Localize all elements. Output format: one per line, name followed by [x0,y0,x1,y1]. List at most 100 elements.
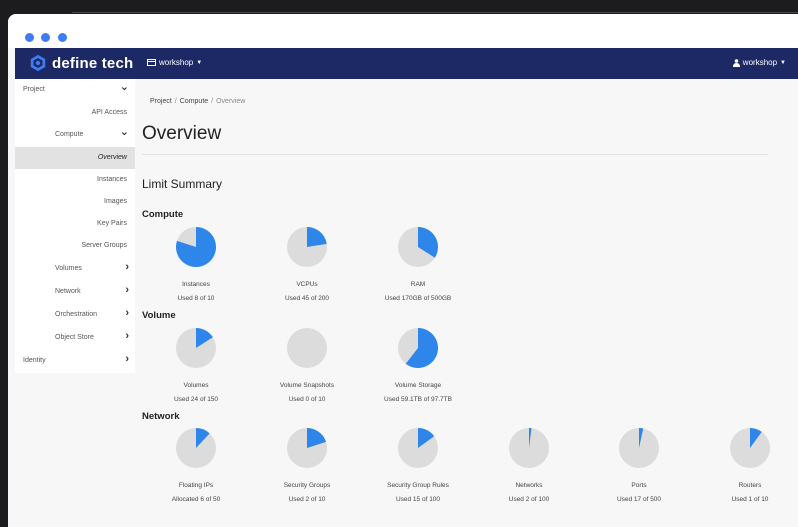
sidebar-item-api-access[interactable]: API Access [15,102,135,124]
sidebar-item-compute[interactable]: Compute ⌄ [15,124,135,146]
sidebar-item-overview[interactable]: Overview [15,147,135,169]
chevron-right-icon: › [125,307,129,319]
breadcrumb-project[interactable]: Project [150,98,172,105]
sidebar-item-images[interactable]: Images [15,191,135,213]
sidebar-item-label: Volumes [55,265,82,272]
sidebar-item-orchestration[interactable]: Orchestration › [15,304,135,326]
pie-used-slice [307,227,327,247]
chevron-right-icon: › [125,284,129,296]
page-title: Overview [142,123,222,144]
pie-graphic [176,428,216,468]
breadcrumb-compute[interactable]: Compute [180,98,208,105]
pie-usage-text: Used 8 of 10 [177,295,215,302]
limit-summary-heading: Limit Summary [142,177,223,191]
pie-label: Volume Storage [394,382,442,389]
pie-usage-text: Used 0 of 10 [288,396,326,403]
sidebar-item-server-groups[interactable]: Server Groups [15,235,135,257]
sidebar-item-volumes[interactable]: Volumes › [15,258,135,280]
pie-graphic [287,227,327,267]
sidebar-item-label: Overview [97,154,127,161]
brand-name: define tech [52,54,134,72]
pie-usage-text: Used 2 of 10 [288,496,326,503]
sidebar-item-label: Images [104,198,127,205]
pie-chart-security-groups: Security Groups Used 2 of 10 [252,428,362,508]
pie-label: Floating IPs [178,482,214,489]
pie-chart-ram: RAM Used 170GB of 500GB [363,227,473,307]
pie-chart-vcpus: VCPUs Used 45 of 200 [252,227,362,307]
pie-usage-text: Used 45 of 200 [284,295,330,302]
pie-usage-text: Used 170GB of 500GB [384,295,452,302]
pie-chart-volume-storage: Volume Storage Used 59.1TB of 97.7TB [363,328,473,408]
user-name: workshop [742,58,778,67]
section-heading-network: Network [142,411,180,422]
pie-label: Volume Snapshots [279,382,335,389]
chevron-right-icon: › [125,330,129,342]
project-dropdown[interactable]: workshop ▼ [147,58,202,67]
pie-graphic [619,428,659,468]
brand-logo-link[interactable]: define tech [29,54,133,72]
breadcrumb-overview: Overview [216,98,246,105]
sidebar-item-label: Identity [23,357,46,364]
sidebar-item-label: Orchestration [55,311,98,318]
pie-label: Ports [631,482,647,489]
minimize-window-button[interactable] [41,33,50,42]
section-heading-compute: Compute [142,209,184,220]
sidebar-item-label: Network [55,288,81,295]
pie-label: Security Groups [283,482,331,489]
close-window-button[interactable] [25,33,34,42]
sidebar-item-object-store[interactable]: Object Store › [15,327,135,349]
pie-graphic [287,428,327,468]
browser-window: define tech workshop ▼ workshop ▼ Projec… [8,14,798,527]
sidebar-item-project[interactable]: Project ⌄ [15,79,135,101]
main-content: Project / Compute / Overview Overview Limit … [135,79,798,527]
pie-graphic [176,227,216,267]
pie-usage-text: Used 1 of 10 [731,496,769,503]
pie-usage-text: Used 15 of 100 [395,496,441,503]
pie-chart-volume-snapshots: Volume Snapshots Used 0 of 10 [252,328,362,408]
user-dropdown[interactable]: workshop ▼ [732,58,786,67]
pie-chart-floating-ips: Floating IPs Allocated 6 of 50 [141,428,251,508]
pie-label: Networks [515,482,543,489]
sidebar-item-label: Key Pairs [97,220,127,227]
chevron-right-icon: › [125,261,129,273]
brand-logo-icon [30,54,46,72]
pie-usage-text: Used 24 of 150 [173,396,219,403]
pie-label: VCPUs [296,281,318,288]
pie-chart-networks: Networks Used 2 of 100 [474,428,584,508]
pie-label: Routers [738,482,762,489]
pie-graphic [398,227,438,267]
caret-down-icon: ▼ [196,59,203,66]
user-icon [732,58,740,67]
caret-down-icon: ▼ [780,59,786,66]
pie-usage-text: Used 59.1TB of 97.7TB [384,396,452,403]
maximize-window-button[interactable] [58,33,67,42]
pie-label: RAM [410,281,426,288]
breadcrumb: Project / Compute / Overview [150,98,246,105]
title-divider [142,154,768,155]
pie-usage-text: Allocated 6 of 50 [171,496,221,503]
pie-graphic [730,428,770,468]
chevron-down-icon: ⌄ [119,81,129,93]
pie-label: Instances [182,281,210,288]
pie-label: Volumes [183,382,209,389]
chevron-down-icon: ⌄ [119,126,129,138]
sidebar-nav: Project ⌄ API Access Compute ⌄ Overview Instan… [15,79,135,373]
project-name: workshop [159,58,194,67]
sidebar-item-label: Project [23,86,45,93]
sidebar-item-instances[interactable]: Instances [15,169,135,191]
sidebar-item-label: Instances [97,176,127,183]
top-border-line [72,12,798,13]
chevron-right-icon: › [125,353,129,365]
project-menu-icon [147,59,156,66]
sidebar-item-network[interactable]: Network › [15,281,135,303]
pie-usage-text: Used 2 of 100 [508,496,550,503]
sidebar-item-label: Compute [55,131,84,138]
pie-chart-ports: Ports Used 17 of 500 [584,428,694,508]
top-navbar: define tech workshop ▼ workshop ▼ [15,48,798,79]
pie-graphic [287,328,327,368]
pie-graphic [398,428,438,468]
sidebar-item-key-pairs[interactable]: Key Pairs [15,213,135,235]
pie-graphic [509,428,549,468]
sidebar-item-identity[interactable]: Identity › [15,350,135,372]
pie-chart-routers: Routers Used 1 of 10 [695,428,798,508]
